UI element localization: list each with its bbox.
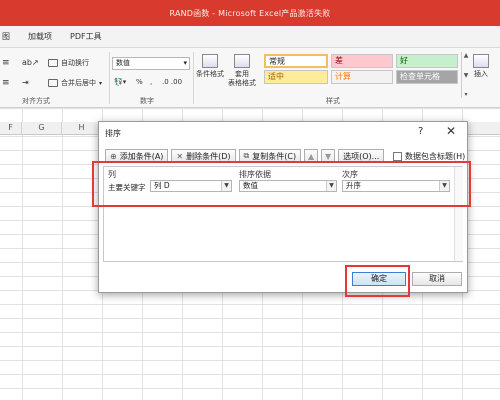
style-check-cell[interactable]: 检查单元格 [396,70,458,84]
tab-partial[interactable]: 图 [2,31,10,42]
add-level-button[interactable]: ⊕ 添加条件(A) [105,149,169,163]
primary-key-label: 主要关键字 [108,183,146,192]
insert-icon [473,54,489,68]
chevron-down-icon: ▼ [439,181,449,191]
separator [193,52,194,104]
percent-label: % [136,78,143,86]
column-header[interactable]: G [22,122,62,134]
cancel-button[interactable]: 取消 [412,272,462,286]
column-header[interactable]: H [62,122,102,134]
delete-level-label: 删除条件(D) [186,151,231,161]
header-column: 列 [108,170,116,179]
chevron-down-icon: ▼ [221,181,231,191]
chevron-down-icon: ▾ [99,79,103,87]
separator [109,52,110,104]
percent-button[interactable]: % [136,78,143,86]
tab-pdf-tools[interactable]: PDF工具 [70,31,102,42]
sort-on-value: 数值 [243,181,258,190]
ribbon: ≡ ab↗ 自动换行 ≡ ⇥ 合并后居中 ▾ 数值 ▾ 💱▾ % , .0 .0… [0,48,500,108]
table-format-label-1: 套用 [235,70,249,78]
sort-dialog: 排序 ? ✕ ⊕ 添加条件(A) ✕ 删除条件(D) ⧉ 复制条件(C) ▲ ▼… [98,121,468,293]
number-format-select[interactable]: 数值 ▾ [112,57,190,70]
indent-button[interactable]: ⇥ [22,78,29,87]
group-label-styles: 样式 [326,97,340,105]
insert-label: 插入 [474,70,488,78]
copy-level-button[interactable]: ⧉ 复制条件(C) [238,149,302,163]
sort-column-select[interactable]: 列 D ▼ [150,180,232,192]
currency-button[interactable]: 💱▾ [114,78,126,86]
wrap-text-icon [48,59,58,67]
sort-column-value: 列 D [154,181,170,190]
style-calc[interactable]: 计算 [331,70,393,84]
decimal-button[interactable]: .0 .00 [162,78,182,86]
comma-button[interactable]: , [150,78,152,86]
merge-center-button[interactable]: 合并后居中 ▾ [48,78,102,88]
header-order: 次序 [342,170,358,179]
style-good[interactable]: 好 [396,54,458,68]
arrow-down-icon: ▼ [325,151,332,161]
merge-cells-icon [48,79,58,87]
chevron-down-icon: ▼ [326,181,336,191]
table-format-icon [234,54,250,68]
add-level-label: 添加条件(A) [119,151,164,161]
conditional-format-label: 条件格式 [196,70,224,78]
currency-icon: 💱▾ [114,78,127,86]
order-select[interactable]: 升序 ▼ [342,180,450,192]
group-label-number: 数字 [140,97,154,105]
delete-level-button[interactable]: ✕ 删除条件(D) [171,149,236,163]
arrow-up-icon: ▲ [308,151,315,161]
copy-icon: ⧉ [243,151,250,160]
move-down-button[interactable]: ▼ [321,149,336,163]
table-format-label-2: 表格格式 [228,79,256,87]
tab-addins[interactable]: 加载项 [28,31,52,42]
checkbox-icon [393,152,402,161]
conditional-format-icon [202,54,218,68]
copy-level-label: 复制条件(C) [252,151,297,161]
style-bad[interactable]: 差 [331,54,393,68]
style-neutral[interactable]: 适中 [264,70,328,84]
style-normal[interactable]: 常规 [264,54,328,68]
align-left-button[interactable]: ≡ [2,58,10,68]
format-as-table-button[interactable]: 套用 表格格式 [228,54,256,88]
sort-levels-grid: 列 排序依据 次序 主要关键字 列 D ▼ 数值 ▼ 升序 ▼ [103,166,463,262]
number-format-value: 数值 [116,59,130,67]
group-label-alignment: 对齐方式 [22,97,50,105]
wrap-text-button[interactable]: 自动换行 [48,58,89,68]
comma-label: , [150,78,153,86]
window-titlebar: RAND函数 - Microsoft Excel产品激活失败 [0,0,500,26]
column-header[interactable]: F [0,122,22,134]
conditional-format-button[interactable]: 条件格式 [196,54,224,79]
chevron-down-icon: ▾ [183,59,187,67]
grid-scrollbar[interactable] [454,167,463,261]
header-sort-on: 排序依据 [239,170,271,179]
options-button[interactable]: 选项(O)... [338,149,385,163]
merge-center-label: 合并后居中 [61,79,96,87]
options-label: 选项(O)... [343,151,380,161]
order-value: 升序 [346,181,361,190]
sort-on-select[interactable]: 数值 ▼ [239,180,337,192]
ok-button[interactable]: 确定 [352,272,406,286]
ribbon-tabs: 图 加载项 PDF工具 [0,26,500,48]
move-up-button[interactable]: ▲ [304,149,319,163]
align-right-button[interactable]: ≡ [2,78,10,88]
orientation-button[interactable]: ab↗ [22,58,39,67]
add-level-icon: ⊕ [110,151,117,161]
close-icon[interactable]: ✕ [446,124,456,138]
styles-gallery-scroll[interactable]: ▲ ▼ ▾ [461,52,470,98]
dialog-toolbar: ⊕ 添加条件(A) ✕ 删除条件(D) ⧉ 复制条件(C) ▲ ▼ 选项(O).… [105,149,385,163]
wrap-text-label: 自动换行 [61,59,89,67]
dialog-title: 排序 [105,129,121,138]
has-headers-checkbox[interactable]: 数据包含标题(H) [393,151,465,162]
window-title: RAND函数 - Microsoft Excel产品激活失败 [169,8,331,18]
help-icon[interactable]: ? [418,126,423,137]
has-headers-label: 数据包含标题(H) [405,152,466,161]
insert-button[interactable]: 插入 [473,54,489,79]
delete-icon: ✕ [176,151,184,161]
